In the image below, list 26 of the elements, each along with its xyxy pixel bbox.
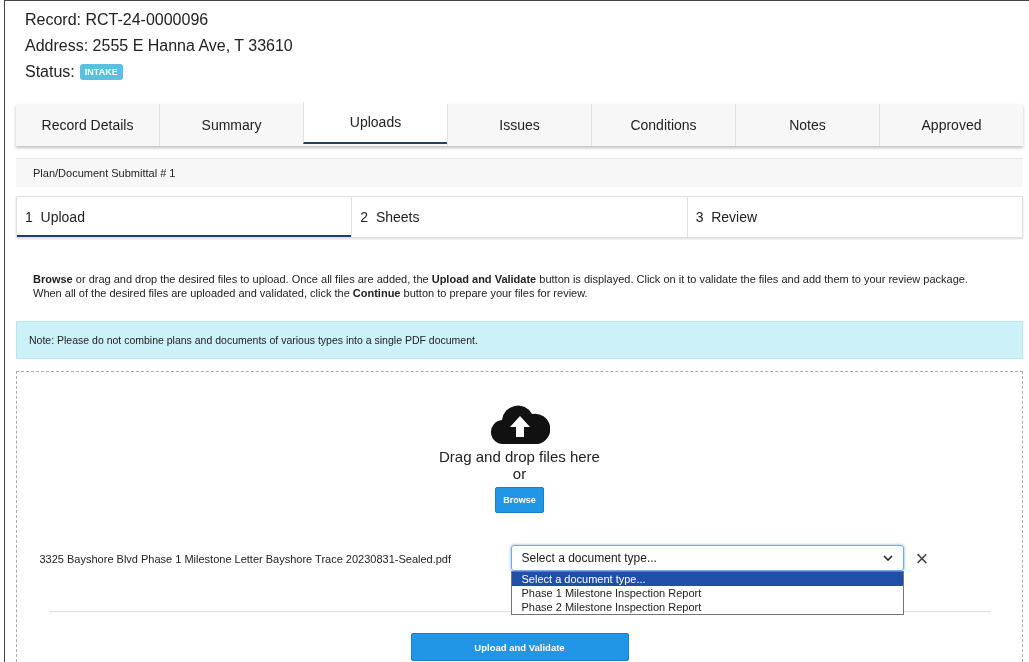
submittal-title: Plan/Document Submittal # 1 [16,158,1023,187]
tab[interactable]: Conditions [591,104,735,146]
status-label: Status: [25,62,75,82]
note-banner: Note: Please do not combine plans and documents of various types into a single PDF document. [16,321,1023,359]
dropdown-option[interactable]: Phase 1 Milestone Inspection Report [511,586,903,600]
instructions-text: Browse or drag and drop the desired files to upload. Once all files are added, the Upload and Validate button is displayed. Click on it to validate the files and add them to your review package. When all of the desired files are uploaded and validated, click the Continue button to prepare your files for review. [33,272,969,300]
tab[interactable]: Approved [879,104,1023,146]
drop-title: Drag and drop files here [439,448,600,465]
record-address: Address: 2555 E Hanna Ave, T 33610 [25,36,294,56]
step-tab[interactable]: 1 Upload [17,197,352,237]
cloud-upload-icon [489,404,550,444]
step-tab[interactable]: 3 Review [686,197,1022,237]
tab[interactable]: Issues [447,104,591,146]
chevron-down-icon [882,555,893,561]
record-number: Record: RCT-24-0000096 [25,10,210,30]
remove-button[interactable]: × [913,549,931,569]
tab[interactable]: Notes [735,104,879,146]
status-badge: INTAKE [79,64,123,80]
document-type-select[interactable]: Select a document type... [510,545,904,571]
step-tab[interactable]: 2 Sheets [351,197,687,237]
dropdown-option[interactable]: Phase 2 Milestone Inspection Report [511,600,903,614]
file-name: 3325 Bayshore Blvd Phase 1 Milestone Letter Bayshore Trace 20230831-Sealed.pdf [39,553,453,565]
tab[interactable]: Uploads [303,102,447,144]
dropdown-option[interactable]: Select a document type... [511,572,903,586]
or-text: or [512,465,527,483]
tab[interactable]: Record Details [16,104,159,146]
